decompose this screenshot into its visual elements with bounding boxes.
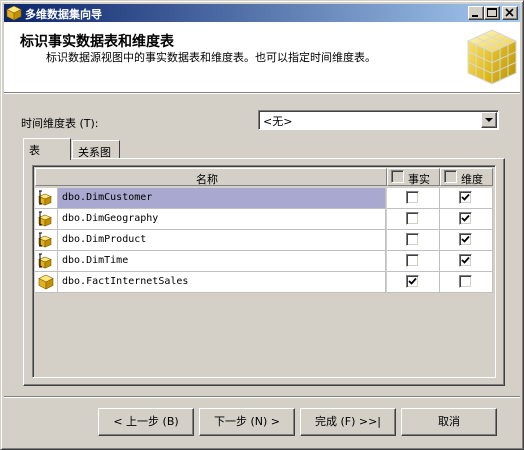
table-name: dbo.DimTime [62, 255, 129, 266]
tab-tables-label: 表 [29, 144, 40, 157]
time-dimension-label-text: 时间维度表 (T): [21, 117, 99, 130]
row-icon-cell [35, 272, 58, 293]
row-icon-cell [35, 188, 58, 209]
back-button[interactable]: < 上一步 (B) [98, 408, 194, 436]
next-button-label: 下一步 (N) > [213, 415, 281, 428]
close-icon [505, 8, 514, 17]
fact-cell[interactable] [387, 230, 440, 251]
fact-checkbox[interactable] [406, 254, 419, 267]
row-icon-cell [35, 230, 58, 251]
finish-button-label: 完成 (F) >>| [314, 415, 382, 428]
dimension-table-icon [38, 232, 52, 248]
table-name: dbo.FactInternetSales [62, 276, 189, 287]
cancel-button-label: 取消 [438, 415, 460, 428]
time-dimension-label: 时间维度表 (T): [21, 115, 99, 131]
column-header-dimension[interactable]: 维度 [440, 168, 493, 186]
cube-icon [466, 29, 518, 85]
footer-separator [4, 396, 520, 398]
checkmark-icon [408, 277, 417, 285]
table-row[interactable]: dbo.FactInternetSales [35, 272, 493, 293]
back-button-label: < 上一步 (B) [113, 415, 179, 428]
fact-cell[interactable] [387, 251, 440, 272]
close-button[interactable] [502, 6, 518, 20]
maximize-icon [487, 8, 497, 17]
dimension-cell[interactable] [440, 230, 493, 251]
table-name: dbo.DimGeography [62, 213, 159, 224]
dimension-table-icon [38, 190, 52, 206]
chevron-down-icon [485, 118, 493, 122]
dimension-checkbox[interactable] [459, 254, 472, 267]
row-name-cell[interactable]: dbo.DimProduct [58, 230, 386, 251]
next-button[interactable]: 下一步 (N) > [199, 408, 295, 436]
time-dimension-dropdown[interactable]: <无> [258, 110, 499, 130]
row-icon-cell [35, 209, 58, 230]
title-bar[interactable]: 多维数据集向导 [4, 4, 520, 22]
tables-grid[interactable]: 名称 事实 维度 dbo.DimCustomer dbo.DimGeography… [32, 165, 496, 378]
dimension-cell[interactable] [440, 251, 493, 272]
dimension-cell[interactable] [440, 209, 493, 230]
fact-cell[interactable] [387, 209, 440, 230]
dimension-checkbox[interactable] [459, 191, 472, 204]
header-separator [4, 92, 520, 94]
wizard-header: 标识事实数据表和维度表 标识数据源视图中的事实数据表和维度表。也可以指定时间维度… [4, 22, 520, 92]
table-row[interactable]: dbo.DimTime [35, 251, 493, 272]
column-header-fact-label: 事实 [408, 173, 430, 186]
checkmark-icon [461, 214, 470, 222]
table-name: dbo.DimCustomer [62, 192, 153, 203]
wizard-window: 多维数据集向导 标识事实数据表和维度表 标识数据源视图中的事实数据表和维度表。也… [0, 0, 524, 450]
table-row[interactable]: dbo.DimCustomer [35, 188, 493, 209]
time-dimension-value: <无> [263, 115, 293, 128]
row-name-cell[interactable]: dbo.DimCustomer [58, 188, 386, 209]
dimension-checkbox[interactable] [459, 233, 472, 246]
cube-icon [6, 5, 22, 21]
page-title: 标识事实数据表和维度表 [20, 34, 174, 50]
checkmark-icon [461, 235, 470, 243]
dropdown-button[interactable] [481, 112, 497, 128]
dimension-cell[interactable] [440, 272, 493, 293]
fact-cell[interactable] [387, 188, 440, 209]
maximize-button[interactable] [484, 6, 500, 20]
dimension-header-checkbox[interactable] [444, 170, 457, 183]
column-header-dimension-label: 维度 [461, 173, 483, 186]
dimension-checkbox[interactable] [459, 275, 472, 288]
dimension-table-icon [38, 253, 52, 269]
dimension-table-icon [38, 211, 52, 227]
column-header-fact[interactable]: 事实 [387, 168, 440, 186]
fact-cell[interactable] [387, 272, 440, 293]
cancel-button[interactable]: 取消 [401, 408, 497, 436]
row-icon-cell [35, 251, 58, 272]
table-name: dbo.DimProduct [62, 234, 147, 245]
fact-checkbox[interactable] [406, 191, 419, 204]
dimension-cell[interactable] [440, 188, 493, 209]
fact-checkbox[interactable] [406, 233, 419, 246]
table-row[interactable]: dbo.DimProduct [35, 230, 493, 251]
row-name-cell[interactable]: dbo.DimGeography [58, 209, 386, 230]
fact-checkbox[interactable] [406, 275, 419, 288]
table-row[interactable]: dbo.DimGeography [35, 209, 493, 230]
page-subtitle: 标识数据源视图中的事实数据表和维度表。也可以指定时间维度表。 [46, 51, 376, 64]
tab-panel: 名称 事实 维度 dbo.DimCustomer dbo.DimGeography… [23, 158, 505, 386]
minimize-icon [472, 15, 478, 17]
finish-button[interactable]: 完成 (F) >>| [300, 408, 396, 436]
column-header-name[interactable]: 名称 [35, 168, 387, 186]
window-title: 多维数据集向导 [25, 8, 102, 21]
column-header-name-label: 名称 [196, 173, 218, 186]
fact-table-icon [38, 274, 54, 290]
fact-header-checkbox[interactable] [391, 170, 404, 183]
checkmark-icon [461, 193, 470, 201]
tab-tables[interactable]: 表 [23, 138, 71, 160]
minimize-button[interactable] [468, 6, 484, 20]
tab-diagram[interactable]: 关系图 [72, 140, 120, 160]
fact-checkbox[interactable] [406, 212, 419, 225]
row-name-cell[interactable]: dbo.FactInternetSales [58, 272, 386, 293]
row-name-cell[interactable]: dbo.DimTime [58, 251, 386, 272]
dimension-checkbox[interactable] [459, 212, 472, 225]
checkmark-icon [461, 256, 470, 264]
